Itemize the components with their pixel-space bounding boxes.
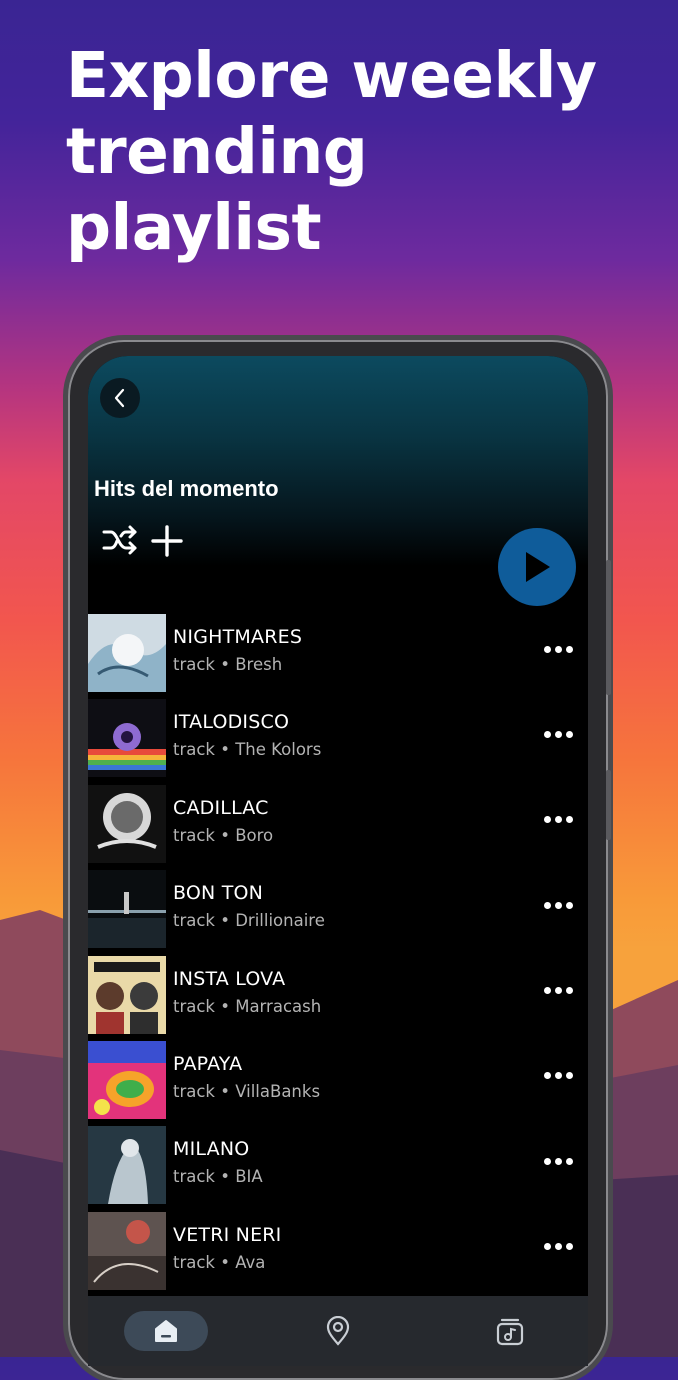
track-list: NIGHTMARES track • Bresh ITALODISCO trac… [88,612,588,1295]
track-subtitle: track • BIA [173,1167,263,1187]
track-subtitle: track • Marracash [173,996,322,1016]
volume-button [606,560,611,695]
power-button [606,770,611,840]
track-title: INSTA LOVA [173,967,286,990]
back-button[interactable] [100,378,140,418]
track-title: CADILLAC [173,796,269,819]
track-row[interactable]: MILANO track • BIA [88,1124,588,1209]
more-horizontal-icon[interactable] [544,1240,578,1254]
music-library-icon[interactable] [495,1316,525,1346]
track-row[interactable]: BON TON track • Drillionaire [88,868,588,953]
location-pin-icon[interactable] [324,1316,352,1346]
track-row[interactable]: VETRI NERI track • Ava [88,1210,588,1295]
track-title: VETRI NERI [173,1223,282,1246]
track-title: BON TON [173,882,264,905]
play-icon [526,552,550,582]
more-horizontal-icon[interactable] [544,727,578,741]
album-cover [88,1040,166,1119]
more-horizontal-icon[interactable] [544,813,578,827]
track-title: MILANO [173,1138,250,1161]
track-row[interactable]: CADILLAC track • Boro [88,783,588,868]
track-subtitle: track • The Kolors [173,740,322,760]
track-title: PAPAYA [173,1052,243,1075]
track-row[interactable]: ITALODISCO track • The Kolors [88,697,588,782]
album-cover [88,870,166,949]
track-subtitle: track • Boro [173,825,274,845]
chevron-left-icon [114,388,125,408]
album-cover [88,614,166,692]
more-horizontal-icon[interactable] [544,642,578,656]
phone-screen: Hits del momento NIGHTMARES track • Bres… [88,356,588,1366]
more-horizontal-icon[interactable] [544,984,578,998]
track-subtitle: track • Bresh [173,655,283,674]
track-subtitle: track • VillaBanks [173,1081,321,1101]
album-cover [88,1211,166,1290]
album-cover [88,699,166,778]
album-cover [88,1126,166,1205]
more-horizontal-icon[interactable] [544,1154,578,1168]
track-title: ITALODISCO [173,711,290,734]
track-row[interactable]: INSTA LOVA track • Marracash [88,954,588,1039]
track-subtitle: track • Drillionaire [173,911,325,931]
nav-home-tab[interactable] [124,1311,208,1351]
headline: Explore weekly trending playlist [66,39,597,264]
track-row[interactable]: NIGHTMARES track • Bresh [88,612,588,697]
plus-icon[interactable] [150,524,184,558]
more-horizontal-icon[interactable] [544,898,578,912]
album-cover [88,955,166,1034]
play-button[interactable] [498,528,576,606]
more-horizontal-icon[interactable] [544,1069,578,1083]
home-icon [155,1320,177,1342]
playlist-title: Hits del momento [94,476,279,501]
bottom-navigation [88,1296,588,1366]
track-title: NIGHTMARES [173,626,303,648]
track-row[interactable]: PAPAYA track • VillaBanks [88,1039,588,1124]
track-subtitle: track • Ava [173,1252,266,1272]
album-cover [88,784,166,863]
shuffle-icon[interactable] [102,524,138,556]
